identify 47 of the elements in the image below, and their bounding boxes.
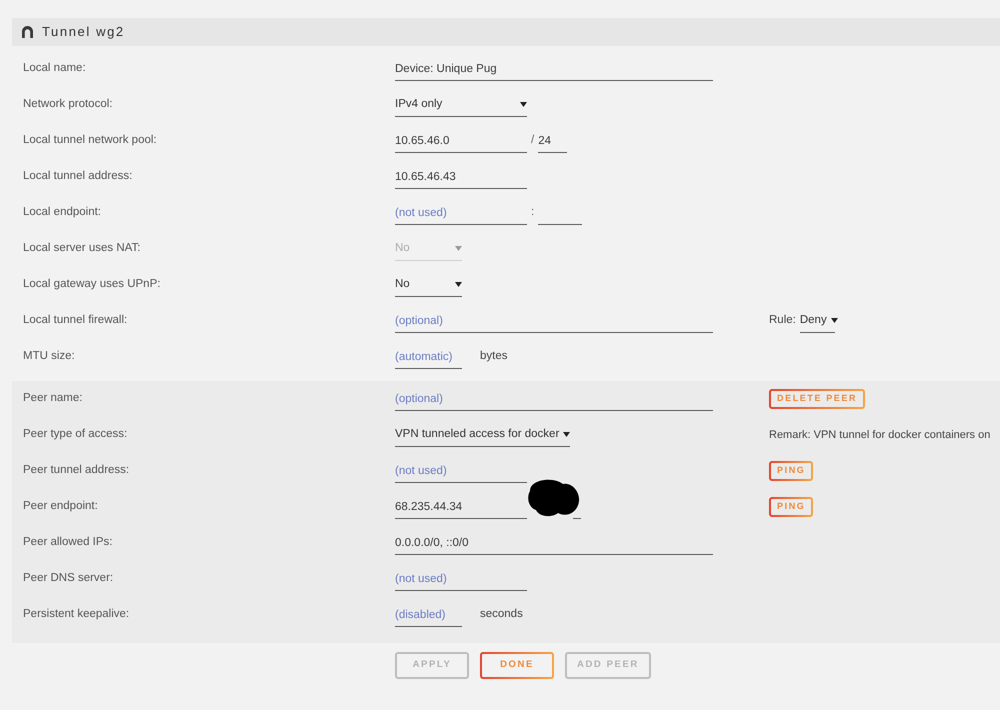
prefix-field[interactable]: 24 — [538, 129, 568, 153]
address-field[interactable]: 10.65.46.43 — [395, 165, 527, 189]
remark-text: Remark: VPN tunnel for docker containers on — [769, 428, 990, 443]
dropdown-select[interactable]: IPv4 only — [395, 93, 527, 117]
number-field[interactable]: (automatic) — [395, 345, 462, 369]
arch-icon — [22, 26, 33, 38]
field-label: Peer type of access: — [23, 427, 128, 442]
separator-text: / — [531, 133, 534, 148]
port-field-edge — [573, 518, 581, 519]
caret-icon — [455, 282, 462, 287]
text-field[interactable]: (optional) — [395, 387, 713, 411]
field-label: Local tunnel firewall: — [23, 313, 128, 328]
dropdown-select[interactable]: Deny — [800, 309, 835, 333]
field-label: Peer tunnel address: — [23, 463, 130, 478]
address-field[interactable]: (not used) — [395, 567, 527, 591]
address-field[interactable]: (not used) — [395, 459, 527, 483]
panel-title: Tunnel wg2 — [42, 23, 125, 42]
field-label: Network protocol: — [23, 97, 114, 112]
dropdown-select[interactable]: No — [395, 273, 462, 297]
unit-label: bytes — [480, 349, 508, 364]
separator-text: : — [531, 205, 534, 220]
field-label: Persistent keepalive: — [23, 607, 130, 622]
field-label: Peer DNS server: — [23, 571, 114, 586]
caret-icon — [455, 246, 462, 251]
number-field[interactable]: (disabled) — [395, 603, 462, 627]
text-field[interactable]: 0.0.0.0/0, ::0/0 — [395, 531, 713, 555]
address-field[interactable]: 10.65.46.0 — [395, 129, 527, 153]
address-field[interactable]: (not used) — [395, 201, 527, 225]
field-label: Local server uses NAT: — [23, 241, 142, 256]
field-label: Local tunnel address: — [23, 169, 134, 184]
field-label: Peer name: — [23, 391, 84, 406]
text-field[interactable]: (optional) — [395, 309, 713, 333]
field-label: Local tunnel network pool: — [23, 133, 158, 148]
caret-icon — [520, 102, 527, 107]
field-label: Local gateway uses UPnP: — [23, 277, 162, 292]
field-label: Peer allowed IPs: — [23, 535, 114, 550]
unit-label: seconds — [480, 607, 523, 622]
field-label: MTU size: — [23, 349, 76, 364]
text-field[interactable]: Device: Unique Pug — [395, 57, 713, 81]
caret-icon — [563, 432, 570, 437]
rule-label: Rule: — [769, 313, 796, 328]
address-field[interactable]: 68.235.44.34 — [395, 495, 527, 519]
dropdown-select[interactable]: VPN tunneled access for docker — [395, 423, 570, 447]
field-label: Local endpoint: — [23, 205, 102, 220]
field-label: Local name: — [23, 61, 87, 76]
field-label: Peer endpoint: — [23, 499, 99, 514]
caret-icon — [830, 318, 838, 323]
